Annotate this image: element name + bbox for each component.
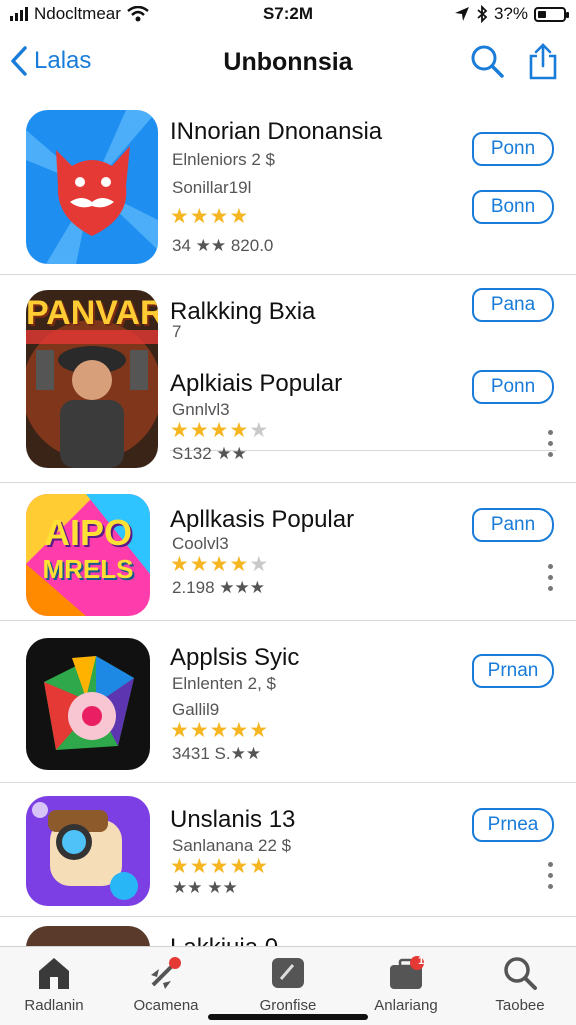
tab-search[interactable]: Taobee	[470, 955, 570, 1014]
home-icon	[39, 958, 69, 989]
app-title: INnorian Dnonansia	[170, 118, 383, 145]
icon-title-text: PANVAR	[26, 294, 158, 332]
star-rating: ★★★★★	[170, 855, 270, 878]
navigation-bar: Lalas Unbonnsia	[0, 30, 576, 94]
app-subtitle: Gnnlvl3	[172, 400, 230, 419]
rating-count: 3431 S.★★	[172, 744, 262, 763]
list-item[interactable]: Lakkiuia 0	[0, 926, 576, 946]
more-options-icon[interactable]	[548, 430, 554, 463]
rating-count: 2.198 ★★★	[172, 578, 265, 597]
search-icon	[504, 957, 537, 990]
open-button[interactable]: Bonn	[472, 190, 554, 224]
get-button[interactable]: Pana	[472, 288, 554, 322]
tab-label: Taobee	[495, 997, 545, 1014]
app-icon-colorful-text[interactable]: AIPO MRELS	[26, 494, 150, 616]
divider	[0, 274, 576, 275]
divider	[0, 782, 576, 783]
tab-updates[interactable]: 1 Anlariang	[356, 955, 456, 1014]
app-title: Unslanis 13	[170, 806, 296, 833]
app-subtitle: Elnlenten 2, $	[172, 674, 276, 693]
tab-label: Gronfise	[259, 997, 317, 1014]
app-title: Lakkiuia 0	[170, 934, 278, 946]
games-icon	[272, 958, 304, 988]
rating-count: ★★ ★★	[172, 878, 238, 897]
app-title: Aplkiais Popular	[170, 370, 343, 397]
rating-count: S132 ★★	[172, 444, 247, 463]
share-icon[interactable]	[528, 42, 558, 80]
tab-home[interactable]: Radlanin	[4, 955, 104, 1014]
app-title: Applsis Syic	[170, 644, 300, 671]
more-options-icon[interactable]	[548, 862, 554, 895]
tab-label: Radlanin	[24, 997, 84, 1014]
star-rating: ★★★★★	[170, 719, 270, 742]
bluetooth-icon	[477, 5, 488, 23]
rating-count: 34 ★★ 820.0	[172, 236, 274, 255]
battery-percent: 3?%	[493, 4, 528, 23]
app-title: Apllkasis Popular	[170, 506, 355, 533]
app-icon-partial[interactable]	[26, 926, 150, 946]
battery-icon	[534, 6, 569, 22]
star-rating: ★★★★★	[170, 553, 270, 576]
tab-label: Ocamena	[133, 997, 199, 1014]
get-button[interactable]: Prnan	[472, 654, 554, 688]
icon-title-text: AIPO	[43, 512, 132, 553]
location-icon	[454, 7, 469, 21]
app-category: Gallil9	[172, 700, 220, 719]
icon-subtitle-text: MRELS	[42, 554, 134, 584]
status-bar: Ndocltmear S7:2M 3?%	[0, 0, 576, 30]
battery-fill	[538, 10, 546, 18]
more-options-icon[interactable]	[548, 564, 554, 597]
get-button[interactable]: Pann	[472, 508, 554, 542]
app-title: Ralkking Bxia	[170, 298, 316, 325]
app-subtitle: Elnleniors 2 $	[172, 150, 276, 169]
get-button[interactable]: Ponn	[472, 370, 554, 404]
home-indicator	[208, 1014, 368, 1020]
app-icon-red-mascot[interactable]	[26, 110, 158, 264]
divider	[0, 482, 576, 483]
divider	[0, 620, 576, 621]
tab-label: Anlariang	[374, 997, 438, 1014]
star-rating: ★★★★	[170, 205, 250, 228]
get-button[interactable]: Prnea	[472, 808, 554, 842]
app-category: Sonillar19l	[172, 178, 252, 197]
app-subtitle: 7	[172, 322, 182, 341]
tab-launch[interactable]: Ocamena	[116, 955, 216, 1014]
app-icon-soldier-game[interactable]: PANVAR	[26, 290, 158, 468]
app-icon-camera-shapes[interactable]	[26, 638, 150, 770]
divider	[0, 916, 576, 917]
notification-badge: 1	[418, 955, 425, 967]
app-subtitle: Coolvl3	[172, 534, 229, 553]
app-subtitle: Sanlanana 22 $	[172, 836, 292, 855]
tab-games[interactable]: Gronfise	[238, 955, 338, 1014]
app-icon-camera-character[interactable]	[26, 796, 150, 906]
rocket-icon	[151, 957, 181, 989]
search-icon[interactable]	[470, 44, 504, 78]
get-button[interactable]: Ponn	[472, 132, 554, 166]
star-rating: ★★★★★	[170, 419, 270, 442]
